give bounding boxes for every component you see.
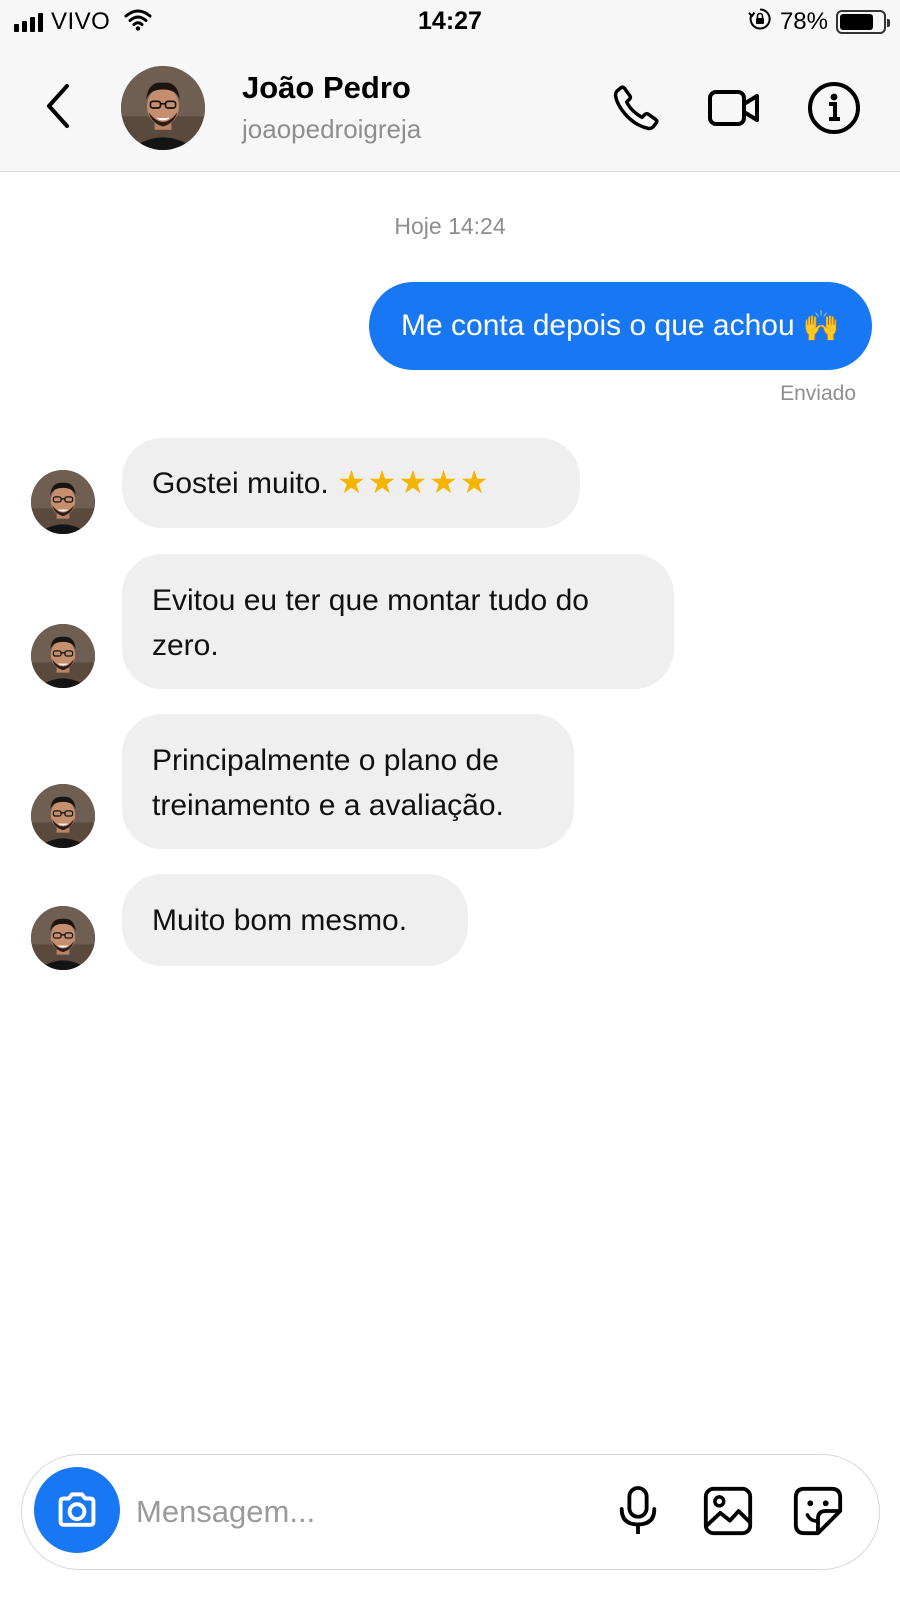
message-input[interactable] bbox=[136, 1487, 576, 1537]
incoming-message[interactable]: Principalmente o plano de treinamento e … bbox=[122, 714, 574, 849]
incoming-message[interactable]: Evitou eu ter que montar tudo do zero. bbox=[122, 554, 674, 689]
sender-avatar[interactable] bbox=[31, 470, 95, 534]
contact-name[interactable]: João Pedro bbox=[242, 70, 411, 106]
incoming-message[interactable]: Muito bom mesmo. bbox=[122, 874, 468, 966]
message-composer bbox=[21, 1454, 880, 1570]
message-text: Principalmente o plano de treinamento e … bbox=[152, 744, 504, 822]
contact-username[interactable]: joaopedroigreja bbox=[242, 114, 421, 145]
message-text: Me conta depois o que achou bbox=[401, 309, 795, 342]
raising-hands-emoji: 🙌 bbox=[802, 309, 840, 343]
back-button[interactable] bbox=[38, 80, 78, 132]
info-icon bbox=[808, 82, 860, 134]
message-status: Enviado bbox=[780, 382, 856, 405]
sticker-button[interactable] bbox=[787, 1480, 849, 1542]
video-icon bbox=[708, 90, 759, 126]
microphone-icon bbox=[619, 1486, 657, 1534]
message-text: Gostei muito. bbox=[152, 467, 329, 500]
phone-icon bbox=[613, 85, 659, 131]
call-button[interactable] bbox=[608, 80, 664, 136]
orientation-lock-icon bbox=[748, 7, 772, 36]
info-button[interactable] bbox=[806, 80, 862, 136]
battery-percent: 78% bbox=[779, 7, 828, 35]
battery-icon bbox=[836, 9, 890, 34]
sender-avatar[interactable] bbox=[31, 784, 95, 848]
chat-header: João Pedro joaopedroigreja bbox=[0, 44, 900, 172]
five-stars-emoji: ★★★★★ bbox=[337, 464, 491, 500]
sender-avatar[interactable] bbox=[31, 906, 95, 970]
camera-icon bbox=[58, 1492, 96, 1527]
status-right: 78% bbox=[748, 7, 890, 36]
voice-message-button[interactable] bbox=[607, 1480, 669, 1542]
status-bar: VIVO 14:27 78% bbox=[0, 0, 900, 44]
camera-button[interactable] bbox=[34, 1467, 120, 1553]
back-icon bbox=[47, 84, 69, 128]
message-text: Evitou eu ter que montar tudo do zero. bbox=[152, 584, 589, 662]
gallery-icon bbox=[703, 1486, 753, 1536]
outgoing-message[interactable]: Me conta depois o que achou 🙌 bbox=[369, 282, 872, 370]
video-call-button[interactable] bbox=[706, 80, 762, 136]
message-text: Muito bom mesmo. bbox=[152, 904, 408, 937]
sticker-icon bbox=[793, 1486, 843, 1536]
gallery-button[interactable] bbox=[697, 1480, 759, 1542]
conversation-timestamp: Hoje 14:24 bbox=[394, 213, 506, 239]
contact-avatar[interactable] bbox=[121, 66, 205, 150]
battery-level bbox=[840, 13, 873, 30]
sender-avatar[interactable] bbox=[31, 624, 95, 688]
incoming-message[interactable]: Gostei muito. ★★★★★ bbox=[122, 438, 580, 528]
